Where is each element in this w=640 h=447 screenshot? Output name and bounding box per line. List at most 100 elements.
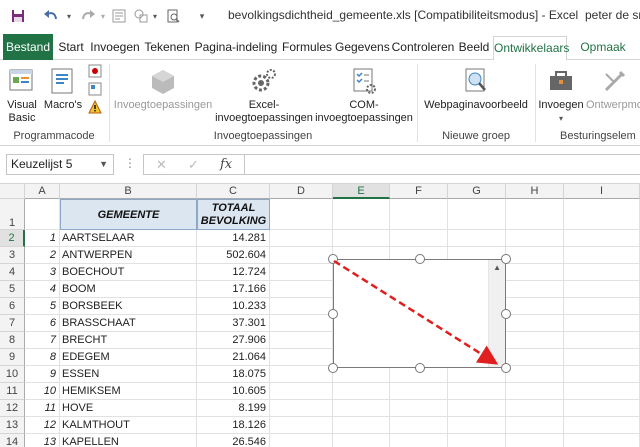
gemeente-name[interactable]: BOOM	[60, 281, 197, 298]
cell-g11[interactable]	[448, 383, 506, 400]
cell-e14[interactable]	[333, 434, 390, 447]
row-number[interactable]: 2	[25, 247, 60, 264]
cell-i3[interactable]	[564, 247, 640, 264]
row-header-6[interactable]: 6	[0, 298, 25, 315]
row-number[interactable]: 5	[25, 298, 60, 315]
cell-e1[interactable]	[333, 199, 390, 230]
row-header-12[interactable]: 12	[0, 400, 25, 417]
cell-i14[interactable]	[564, 434, 640, 447]
gemeente-name[interactable]: HOVE	[60, 400, 197, 417]
row-number[interactable]: 7	[25, 332, 60, 349]
totaal-bevolking-value[interactable]: 18.126	[197, 417, 270, 434]
tab-formules[interactable]: Formules	[281, 36, 333, 60]
cell-h5[interactable]	[506, 281, 564, 298]
macros-button[interactable]: Macro's	[42, 66, 84, 112]
select-all-corner[interactable]	[0, 184, 25, 199]
resize-handle[interactable]	[328, 308, 338, 319]
cell-d7[interactable]	[270, 315, 333, 332]
row-header-9[interactable]: 9	[0, 349, 25, 366]
totaal-bevolking-value[interactable]: 14.281	[197, 230, 270, 247]
gemeente-name[interactable]: BOECHOUT	[60, 264, 197, 281]
row-header-1[interactable]: 1	[0, 199, 25, 230]
cell-h2[interactable]	[506, 230, 564, 247]
totaal-bevolking-value[interactable]: 502.604	[197, 247, 270, 264]
row-number[interactable]: 9	[25, 366, 60, 383]
resize-handle[interactable]	[414, 363, 425, 373]
cell-i10[interactable]	[564, 366, 640, 383]
tab-controleren[interactable]: Controleren	[391, 36, 455, 60]
webpaginavoorbeeld-button[interactable]: Webpaginavoorbeeld	[422, 66, 530, 112]
cell-f11[interactable]	[390, 383, 448, 400]
tab-bestand[interactable]: Bestand	[3, 34, 53, 60]
cell-e13[interactable]	[333, 417, 390, 434]
tab-start[interactable]: Start	[56, 36, 86, 60]
tab-gegevens[interactable]: Gegevens	[335, 36, 390, 60]
cell-d4[interactable]	[270, 264, 333, 281]
cell-d10[interactable]	[270, 366, 333, 383]
scroll-up-icon[interactable]: ▲	[493, 263, 501, 272]
enter-icon[interactable]: ✓	[188, 157, 199, 173]
row-number[interactable]: 3	[25, 264, 60, 281]
name-box[interactable]: Keuzelijst 5 ▼	[6, 154, 114, 175]
record-macro-icon[interactable]	[88, 64, 102, 81]
row-number[interactable]: 1	[25, 230, 60, 247]
name-box-dropdown-icon[interactable]: ▼	[99, 155, 108, 174]
cell-h1[interactable]	[506, 199, 564, 230]
cell-i13[interactable]	[564, 417, 640, 434]
gemeente-name[interactable]: AARTSELAAR	[60, 230, 197, 247]
gemeente-name[interactable]: BRECHT	[60, 332, 197, 349]
row-number[interactable]: 4	[25, 281, 60, 298]
totaal-bevolking-value[interactable]: 37.301	[197, 315, 270, 332]
header-gemeente[interactable]: GEMEENTE	[60, 199, 197, 230]
cell-h14[interactable]	[506, 434, 564, 447]
resize-handle[interactable]	[501, 254, 511, 264]
totaal-bevolking-value[interactable]: 27.906	[197, 332, 270, 349]
gemeente-name[interactable]: KALMTHOUT	[60, 417, 197, 434]
column-header-d[interactable]: D	[270, 184, 333, 199]
shapes-icon[interactable]	[132, 6, 150, 26]
resize-handle[interactable]	[328, 363, 338, 373]
row-header-13[interactable]: 13	[0, 417, 25, 434]
save-icon[interactable]	[8, 6, 28, 26]
totaal-bevolking-value[interactable]: 8.199	[197, 400, 270, 417]
cell-h4[interactable]	[506, 264, 564, 281]
cell-i8[interactable]	[564, 332, 640, 349]
relative-references-icon[interactable]	[88, 82, 102, 99]
column-header-a[interactable]: A	[25, 184, 60, 199]
cell-f13[interactable]	[390, 417, 448, 434]
row-number[interactable]: 13	[25, 434, 60, 447]
customize-qat-icon[interactable]: ▾	[196, 6, 208, 26]
cell-d3[interactable]	[270, 247, 333, 264]
cell-g14[interactable]	[448, 434, 506, 447]
gemeente-name[interactable]: BRASSCHAAT	[60, 315, 197, 332]
row-number[interactable]: 6	[25, 315, 60, 332]
gemeente-name[interactable]: EDEGEM	[60, 349, 197, 366]
totaal-bevolking-value[interactable]: 10.605	[197, 383, 270, 400]
row-header-5[interactable]: 5	[0, 281, 25, 298]
row-header-14[interactable]: 14	[0, 434, 25, 447]
cell-g2[interactable]	[448, 230, 506, 247]
invoegen-control-button[interactable]: Invoegen ▾	[538, 66, 584, 125]
resize-handle[interactable]	[501, 308, 511, 319]
column-header-h[interactable]: H	[506, 184, 564, 199]
column-header-b[interactable]: B	[60, 184, 197, 199]
cell-i2[interactable]	[564, 230, 640, 247]
gemeente-name[interactable]: HEMIKSEM	[60, 383, 197, 400]
cell-h3[interactable]	[506, 247, 564, 264]
cell-d14[interactable]	[270, 434, 333, 447]
cell-i11[interactable]	[564, 383, 640, 400]
totaal-bevolking-value[interactable]: 26.546	[197, 434, 270, 447]
cell-i1[interactable]	[564, 199, 640, 230]
row-header-2[interactable]: 2	[0, 230, 25, 247]
form-icon[interactable]	[110, 6, 128, 26]
gemeente-name[interactable]: BORSBEEK	[60, 298, 197, 315]
redo-icon[interactable]	[78, 6, 98, 26]
cell-d12[interactable]	[270, 400, 333, 417]
cell-d6[interactable]	[270, 298, 333, 315]
visual-basic-button[interactable]: Visual Basic	[4, 66, 40, 125]
cell-h7[interactable]	[506, 315, 564, 332]
user-name[interactable]: peter de sm	[585, 8, 640, 22]
gemeente-name[interactable]: ANTWERPEN	[60, 247, 197, 264]
row-header-3[interactable]: 3	[0, 247, 25, 264]
totaal-bevolking-value[interactable]: 18.075	[197, 366, 270, 383]
